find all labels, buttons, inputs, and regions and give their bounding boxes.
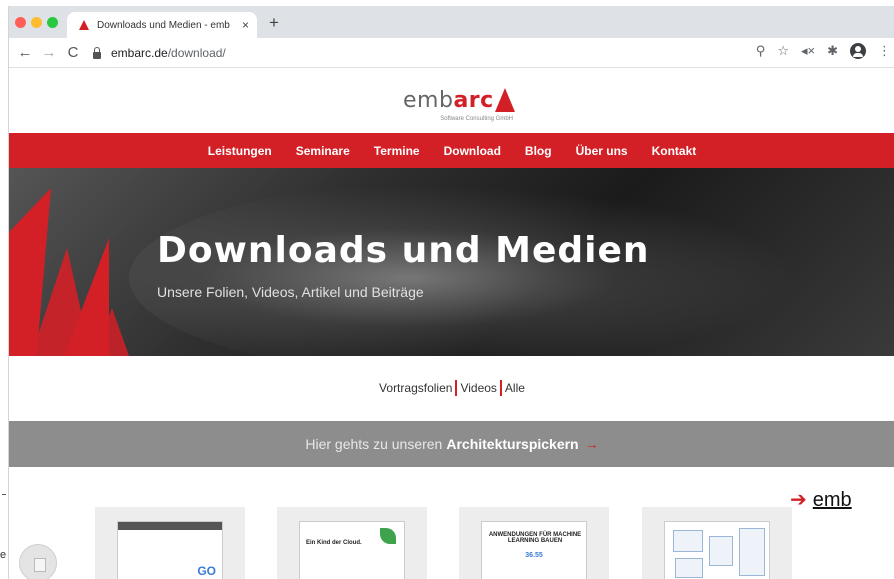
logo-wordmark: embarc <box>403 88 494 113</box>
hero-banner: Downloads und Medien Unsere Folien, Vide… <box>9 168 894 356</box>
diagram-box <box>673 530 703 552</box>
extensions-icon[interactable]: ✱ <box>827 43 838 59</box>
embarc-favicon-icon <box>79 20 89 30</box>
external-link[interactable]: ➔ emb <box>790 487 852 512</box>
nav-item-download[interactable]: Download <box>444 144 501 158</box>
back-button[interactable]: ← <box>13 44 37 61</box>
filter-videos[interactable]: Videos <box>460 381 496 395</box>
minimize-window-icon[interactable] <box>31 17 42 28</box>
filter-separator <box>499 380 502 396</box>
text-fragment: e <box>0 549 7 561</box>
nav-item-seminare[interactable]: Seminare <box>296 144 350 158</box>
thumbnail-text: Ein Kind der Cloud. <box>306 540 362 546</box>
cta-highlight: Architekturspickern <box>446 436 579 452</box>
diagram-box <box>709 536 733 566</box>
web-page: embarc Software Consulting GmbH Leistung… <box>9 68 894 579</box>
url-path: /download/ <box>167 46 226 60</box>
tab-close-icon[interactable]: × <box>242 18 249 32</box>
architekturspicker-banner[interactable]: Hier gehts zu unseren Architekturspicker… <box>9 421 894 467</box>
media-card[interactable]: GO <box>95 507 245 579</box>
nav-item-blog[interactable]: Blog <box>525 144 552 158</box>
thumbnail-header <box>118 522 222 530</box>
address-bar[interactable]: embarc.de /download/ <box>93 42 693 64</box>
arrow-right-icon: ➔ <box>790 489 807 511</box>
leaf-logo-icon <box>380 528 396 544</box>
filter-vortragsfolien[interactable]: Vortragsfolien <box>379 381 452 395</box>
slides-thumbnail: ANWENDUNGEN FÜR MACHINE LEARNING BAUEN 3… <box>481 521 587 579</box>
sail-icon <box>494 88 517 112</box>
mute-icon[interactable]: ◂× <box>801 43 815 59</box>
thumbnail-number: 36.55 <box>525 552 543 559</box>
browser-tab[interactable]: Downloads und Medien - emb × <box>67 12 257 38</box>
media-grid: GO Ein Kind der Cloud. ANWENDUNGEN FÜR M… <box>9 507 894 579</box>
arrow-right-icon: → <box>584 436 599 452</box>
nav-item-ueber-uns[interactable]: Über uns <box>576 144 628 158</box>
filter-alle[interactable]: Alle <box>505 381 525 395</box>
maximize-window-icon[interactable] <box>47 17 58 28</box>
lock-icon[interactable] <box>93 46 101 59</box>
nav-item-kontakt[interactable]: Kontakt <box>652 144 697 158</box>
cta-prefix: Hier gehts zu unseren <box>305 436 443 452</box>
filter-bar: Vortragsfolien Videos Alle <box>9 380 894 396</box>
video-thumbnail: GO <box>117 521 223 579</box>
page-subtitle: Unsere Folien, Videos, Artikel und Beitr… <box>157 284 424 300</box>
new-tab-button[interactable]: + <box>269 13 279 33</box>
close-window-icon[interactable] <box>15 17 26 28</box>
site-logo[interactable]: embarc Software Consulting GmbH <box>403 88 517 124</box>
url-host: embarc.de <box>111 46 168 60</box>
diagram-box <box>739 528 765 576</box>
tab-strip: Downloads und Medien - emb × + <box>9 6 894 38</box>
nav-item-termine[interactable]: Termine <box>374 144 420 158</box>
media-card[interactable] <box>642 507 792 579</box>
profile-icon[interactable] <box>850 43 866 59</box>
forward-button[interactable]: → <box>37 44 61 61</box>
logo-tagline: Software Consulting GmbH <box>440 116 513 122</box>
tab-title: Downloads und Medien - emb <box>97 19 230 31</box>
main-nav: Leistungen Seminare Termine Download Blo… <box>9 133 894 168</box>
thumbnail-text: GO <box>197 564 216 578</box>
slides-thumbnail: Ein Kind der Cloud. <box>299 521 405 579</box>
diagram-box <box>675 558 703 578</box>
page-title: Downloads und Medien <box>157 230 650 271</box>
external-link-text: emb <box>812 489 852 511</box>
browser-window: Downloads und Medien - emb × + ← → C emb… <box>8 6 894 579</box>
stop-recording-button[interactable] <box>19 544 57 579</box>
media-card[interactable]: Ein Kind der Cloud. <box>277 507 427 579</box>
nav-item-leistungen[interactable]: Leistungen <box>208 144 272 158</box>
menu-icon[interactable]: ⋮ <box>878 43 891 59</box>
divider <box>2 494 6 495</box>
bookmark-star-icon[interactable]: ☆ <box>777 43 789 59</box>
media-card[interactable]: ANWENDUNGEN FÜR MACHINE LEARNING BAUEN 3… <box>459 507 609 579</box>
filter-separator <box>455 380 458 396</box>
zoom-icon[interactable]: ⚲ <box>756 43 766 59</box>
thumbnail-text: ANWENDUNGEN FÜR MACHINE LEARNING BAUEN <box>488 532 582 544</box>
browser-toolbar: ← → C embarc.de /download/ ⚲ ☆ ◂× ✱ ⋮ <box>9 38 894 68</box>
reload-button[interactable]: C <box>61 44 85 61</box>
toolbar-actions: ⚲ ☆ ◂× ✱ ⋮ <box>744 43 891 59</box>
diagram-thumbnail <box>664 521 770 579</box>
